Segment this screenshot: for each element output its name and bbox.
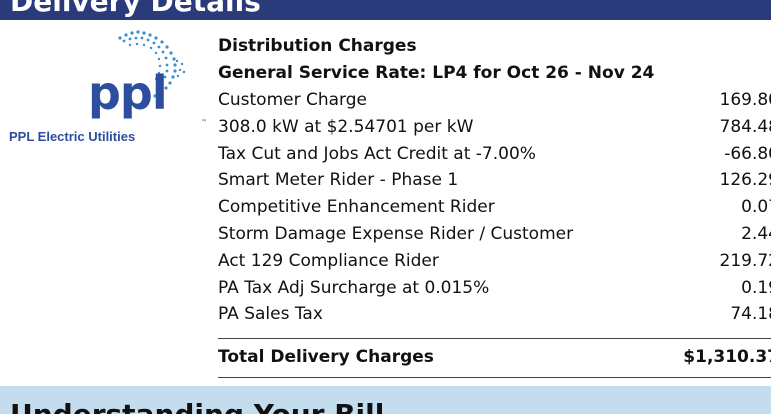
charge-row: PA Tax Adj Surcharge at 0.015% 0.19	[218, 275, 771, 302]
charge-row: Smart Meter Rider - Phase 1 126.29	[218, 167, 771, 194]
charge-amount: 2.44	[741, 223, 771, 244]
trademark-symbol: ™	[201, 119, 207, 126]
charge-row: Customer Charge 169.80	[218, 87, 771, 114]
charge-amount: -66.80	[724, 143, 771, 164]
charge-label: 308.0 kW at $2.54701 per kW	[218, 116, 474, 137]
charge-label: PA Tax Adj Surcharge at 0.015%	[218, 277, 490, 298]
charge-amount: 219.72	[719, 250, 771, 271]
charge-label: Tax Cut and Jobs Act Credit at -7.00%	[218, 143, 536, 164]
charge-row: Act 129 Compliance Rider 219.72	[218, 248, 771, 275]
charge-row: Competitive Enhancement Rider 0.07	[218, 194, 771, 221]
ppl-logo: ppl ™ PPL Electric Utilities	[0, 28, 215, 148]
total-label: Total Delivery Charges	[218, 347, 434, 367]
section-title: Delivery Details	[10, 0, 261, 18]
charge-amount: 0.07	[741, 197, 771, 218]
charge-row: Tax Cut and Jobs Act Credit at -7.00% -6…	[218, 141, 771, 168]
next-section-band: Understanding Your Bill	[0, 386, 771, 414]
next-section-title: Understanding Your Bill	[10, 398, 384, 414]
charge-row: PA Sales Tax 74.18	[218, 301, 771, 328]
section-header-band: Delivery Details	[0, 0, 771, 20]
charge-label: Smart Meter Rider - Phase 1	[218, 170, 459, 191]
charge-amount: 74.18	[730, 304, 771, 325]
total-amount: $1,310.37	[683, 347, 771, 367]
rate-line: General Service Rate: LP4 for Oct 26 - N…	[218, 63, 655, 83]
total-row: Total Delivery Charges $1,310.37	[218, 343, 771, 371]
delivery-charges-table: Distribution Charges General Service Rat…	[218, 33, 771, 328]
logo-wordmark: ppl	[88, 66, 168, 120]
charge-amount: 0.19	[741, 277, 771, 298]
charge-label: Storm Damage Expense Rider / Customer	[218, 223, 574, 244]
total-divider-bottom	[218, 377, 771, 378]
charge-row: 308.0 kW at $2.54701 per kW 784.48	[218, 114, 771, 141]
charge-amount: 169.80	[719, 90, 771, 110]
charge-row: Storm Damage Expense Rider / Customer 2.…	[218, 221, 771, 248]
charge-amount: 784.48	[719, 116, 771, 137]
charge-label: PA Sales Tax	[218, 304, 323, 325]
charge-amount: 126.29	[719, 170, 771, 191]
charge-label: Customer Charge	[218, 90, 367, 110]
distribution-heading: Distribution Charges	[218, 36, 417, 56]
charge-label: Competitive Enhancement Rider	[218, 197, 495, 218]
total-divider-top	[218, 338, 771, 339]
charge-label: Act 129 Compliance Rider	[218, 250, 439, 271]
company-name: PPL Electric Utilities	[9, 129, 136, 144]
